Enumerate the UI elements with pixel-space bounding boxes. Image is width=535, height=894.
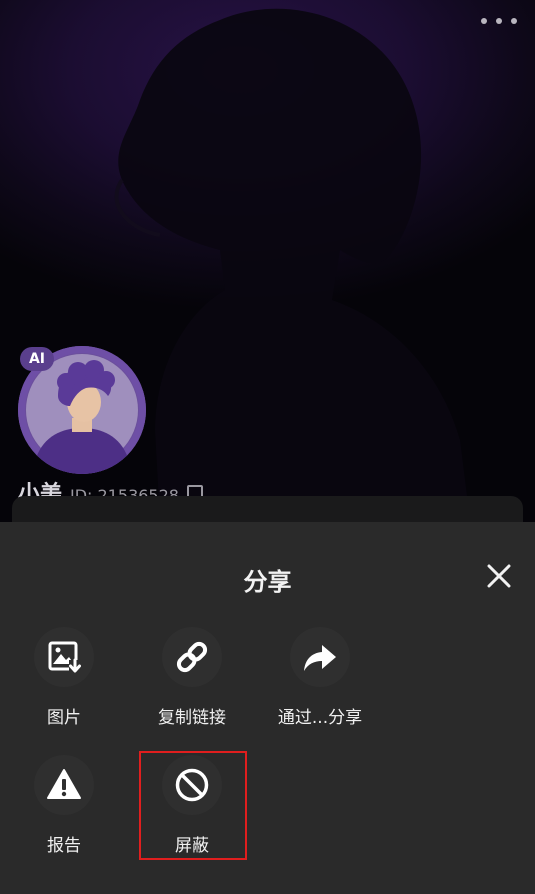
action-label: 复制链接 [158, 708, 226, 728]
report-button[interactable]: 报告 [0, 755, 128, 875]
highlight-box [139, 751, 247, 860]
action-label: 通过...分享 [277, 708, 363, 728]
action-label: 报告 [47, 836, 81, 856]
action-circle [34, 755, 94, 815]
link-icon [176, 641, 208, 673]
action-circle [162, 627, 222, 687]
more-options-button[interactable] [481, 12, 517, 30]
share-arrow-icon [304, 645, 336, 671]
action-label: 图片 [47, 708, 81, 728]
share-via-button[interactable]: 通过...分享 [256, 627, 384, 747]
sheet-title: 分享 [243, 568, 292, 596]
share-sheet: 分享 图片 复制链接 通过...分享 报告 屏蔽 [0, 522, 535, 894]
ai-badge: AI [20, 347, 54, 371]
image-download-icon [48, 641, 81, 674]
screen: AI 小美 ID: 21536528 分享 图片 [0, 0, 535, 894]
close-icon [487, 564, 511, 588]
action-circle [34, 627, 94, 687]
action-circle [290, 627, 350, 687]
share-image-button[interactable]: 图片 [0, 627, 128, 747]
copy-link-button[interactable]: 复制链接 [128, 627, 256, 747]
dot-icon [511, 18, 517, 24]
warning-icon [47, 769, 81, 799]
dot-icon [496, 18, 502, 24]
close-button[interactable] [485, 562, 513, 590]
dot-icon [481, 18, 487, 24]
